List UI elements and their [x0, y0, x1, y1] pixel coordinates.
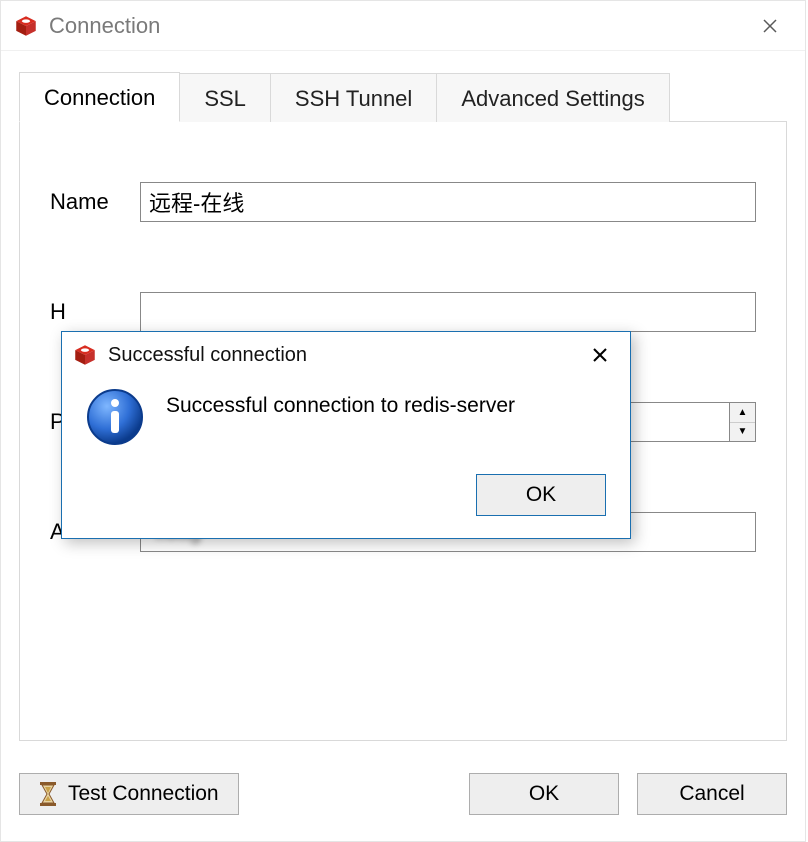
hourglass-icon — [38, 781, 58, 807]
redis-icon — [72, 342, 98, 368]
modal-ok-button[interactable]: OK — [476, 474, 606, 516]
tab-connection[interactable]: Connection — [19, 72, 180, 122]
close-icon[interactable] — [747, 3, 793, 49]
cancel-button[interactable]: Cancel — [637, 773, 787, 815]
dialog-button-bar: Test Connection OK Cancel — [19, 773, 787, 815]
port-step-down[interactable]: ▼ — [730, 423, 755, 442]
name-label: Name — [50, 189, 140, 215]
host-label: H — [50, 299, 140, 325]
modal-actions: OK — [62, 456, 630, 538]
field-name: Name — [50, 182, 756, 222]
tab-ssl[interactable]: SSL — [179, 73, 271, 122]
test-connection-label: Test Connection — [68, 782, 219, 806]
test-connection-button[interactable]: Test Connection — [19, 773, 239, 815]
port-stepper[interactable]: ▲ ▼ — [730, 402, 756, 442]
titlebar: Connection — [1, 1, 805, 51]
success-modal: Successful connection — [61, 331, 631, 539]
redis-icon — [13, 13, 39, 39]
modal-title: Successful connection — [108, 344, 307, 367]
field-host: H — [50, 292, 756, 332]
info-icon — [86, 388, 144, 446]
tab-advanced[interactable]: Advanced Settings — [436, 73, 669, 122]
modal-body: Successful connection to redis-server — [62, 378, 630, 456]
host-input[interactable] — [140, 292, 756, 332]
modal-close-icon[interactable] — [580, 335, 620, 375]
modal-titlebar: Successful connection — [62, 332, 630, 378]
connection-dialog: Connection Connection SSL SSH Tunnel Adv… — [0, 0, 806, 842]
modal-message: Successful connection to redis-server — [166, 388, 515, 418]
tabstrip: Connection SSL SSH Tunnel Advanced Setti… — [19, 69, 787, 121]
window-title: Connection — [49, 13, 160, 39]
tab-ssh-tunnel[interactable]: SSH Tunnel — [270, 73, 437, 122]
port-step-up[interactable]: ▲ — [730, 403, 755, 423]
ok-button[interactable]: OK — [469, 773, 619, 815]
name-input[interactable] — [140, 182, 756, 222]
